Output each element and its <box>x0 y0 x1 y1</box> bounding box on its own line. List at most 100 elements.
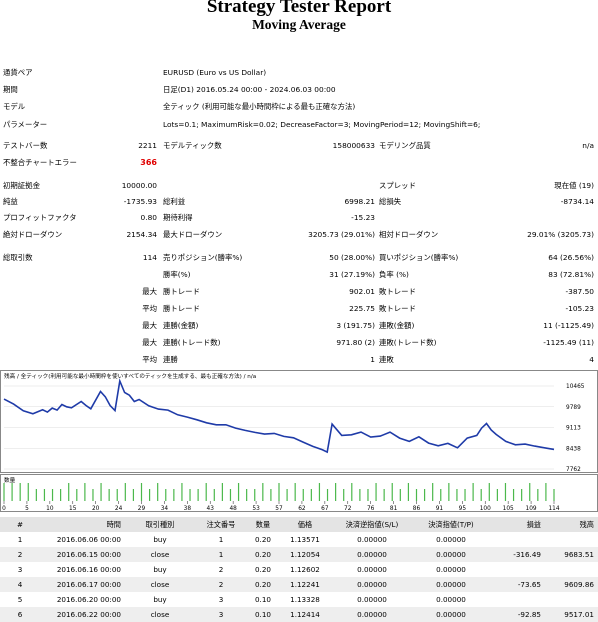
table-cell: 0.00000 <box>331 532 413 547</box>
x-tick-label: 72 <box>344 506 352 512</box>
table-cell: buy <box>125 532 195 547</box>
avg-loss-value: -105.23 <box>565 304 594 313</box>
volume-bar <box>19 483 21 501</box>
volume-bar <box>43 489 46 501</box>
max-drawdown-label: 最大ドローダウン <box>163 230 223 239</box>
volume-bar <box>391 483 393 501</box>
quality-label: モデリング品質 <box>379 141 431 150</box>
table-cell: 3 <box>195 592 247 607</box>
col-header-order[interactable]: 注文番号 <box>195 517 247 532</box>
net-profit-label: 純益 <box>3 197 18 206</box>
consec-win-count-value: 971.80 (2) <box>336 338 375 347</box>
col-header-type[interactable]: 取引種別 <box>125 517 195 532</box>
x-tick-label: 67 <box>321 506 329 512</box>
consec-win-amount-label: 連勝(金額) <box>163 321 199 330</box>
table-row[interactable]: 5 2016.06.20 00:00 buy 3 0.10 1.13328 0.00000 0… <box>0 592 598 607</box>
col-header-sl[interactable]: 決済逆指値(S/L) <box>331 517 413 532</box>
table-cell: 1 <box>195 547 247 562</box>
table-cell: 2 <box>0 547 40 562</box>
col-header-num[interactable]: # <box>0 517 40 532</box>
avg-label-1: 平均 <box>142 304 157 313</box>
volume-bar <box>545 483 547 501</box>
col-header-profit[interactable]: 損益 <box>489 517 545 532</box>
volume-bar <box>553 489 555 501</box>
table-cell: 0.20 <box>247 577 279 592</box>
col-header-time[interactable]: 時間 <box>40 517 125 532</box>
consec-win-amount-value: 3 (191.75) <box>336 321 375 330</box>
table-row[interactable]: 1 2016.06.06 00:00 buy 1 0.20 1.13571 0.00000 0… <box>0 532 598 547</box>
x-tick-label: 81 <box>390 506 398 512</box>
volume-bar <box>375 483 377 501</box>
col-header-volume[interactable]: 数量 <box>247 517 279 532</box>
col-header-balance[interactable]: 残高 <box>545 517 598 532</box>
table-cell: 0.10 <box>247 592 279 607</box>
ticks-label: モデルティック数 <box>163 141 222 150</box>
volume-bar <box>278 483 280 501</box>
volume-bar <box>116 489 118 501</box>
gross-profit-value: 6998.21 <box>344 197 375 206</box>
volume-bar <box>181 483 183 501</box>
table-cell: -92.85 <box>489 607 545 622</box>
volume-bar <box>496 489 498 501</box>
x-tick-label: 38 <box>184 506 192 512</box>
table-row[interactable]: 4 2016.06.17 00:00 close 2 0.20 1.12241 0.0000… <box>0 577 598 592</box>
deposit-value: 10000.00 <box>121 181 157 190</box>
chart-title: 残高 / 全ティック(利用可能な最小時間枠を使いすべてのティックを生成する、最も… <box>4 372 256 380</box>
volume-bar <box>521 489 523 501</box>
win-rate-value: 31 (27.19%) <box>329 270 375 279</box>
volume-bar <box>76 489 78 501</box>
spread-value: 現在値 (19) <box>554 181 594 190</box>
table-cell: 0.10 <box>247 607 279 622</box>
period-value: 日足(D1) 2016.05.24 00:00 - 2024.06.03 00:… <box>163 85 336 94</box>
x-tick-label: 48 <box>229 506 237 512</box>
x-tick-label: 20 <box>92 506 100 512</box>
x-tick-label: 95 <box>459 506 467 512</box>
table-cell: 0.00000 <box>331 547 413 562</box>
volume-bar <box>60 489 62 501</box>
volume-bar <box>335 483 337 501</box>
volume-bar <box>124 483 126 501</box>
x-tick-label: 109 <box>526 506 537 512</box>
volume-bar <box>35 489 37 501</box>
y-tick-label: 10465 <box>566 384 585 390</box>
volume-bar <box>383 489 385 501</box>
max-loss-label: 敗トレード <box>379 287 416 296</box>
y-tick-label: 9113 <box>566 426 581 432</box>
col-header-price[interactable]: 価格 <box>279 517 331 532</box>
consec-win-count-label: 連勝(トレード数) <box>163 338 221 347</box>
volume-bar <box>504 483 507 501</box>
gross-loss-label: 総損失 <box>379 197 402 206</box>
volume-bar <box>68 483 70 501</box>
volume-bar <box>423 489 426 501</box>
volume-bar <box>432 483 434 501</box>
table-cell: 2016.06.22 00:00 <box>40 607 125 622</box>
volume-bar <box>480 489 482 501</box>
symbol-value: EURUSD (Euro vs US Dollar) <box>163 68 267 77</box>
volume-bar <box>399 489 401 501</box>
table-cell: buy <box>125 592 195 607</box>
max-label-2: 最大 <box>142 321 157 330</box>
table-cell: 5 <box>0 592 40 607</box>
table-cell: 1 <box>195 532 247 547</box>
table-cell: 0.00000 <box>413 562 489 577</box>
table-cell <box>489 562 545 577</box>
table-row[interactable]: 2 2016.06.15 00:00 close 1 0.20 1.12054 0.0000… <box>0 547 598 562</box>
table-row[interactable]: 3 2016.06.16 00:00 buy 2 0.20 1.12602 0.00000 0… <box>0 562 598 577</box>
table-cell: 9517.01 <box>545 607 598 622</box>
table-row[interactable]: 6 2016.06.22 00:00 close 3 0.10 1.12414 0.0000… <box>0 607 598 622</box>
rel-drawdown-value: 29.01% (3205.73) <box>527 230 594 239</box>
volume-bar <box>92 489 94 501</box>
volume-bar <box>456 489 458 501</box>
x-tick-label: 34 <box>161 506 169 512</box>
trades-table: # 時間 取引種別 注文番号 数量 価格 決済逆指値(S/L) 決済指値(T/P… <box>0 517 598 622</box>
consec-loss-amount-value: 11 (-1125.49) <box>543 321 594 330</box>
table-cell: 2016.06.15 00:00 <box>40 547 125 562</box>
volume-bar <box>270 489 272 501</box>
table-cell: 3 <box>0 562 40 577</box>
table-cell: 0.20 <box>247 547 279 562</box>
x-tick-label: 10 <box>46 506 54 512</box>
table-cell: 0.00000 <box>413 607 489 622</box>
col-header-tp[interactable]: 決済指値(T/P) <box>413 517 489 532</box>
avg-win-value: 225.75 <box>349 304 375 313</box>
x-tick-label: 62 <box>298 506 306 512</box>
